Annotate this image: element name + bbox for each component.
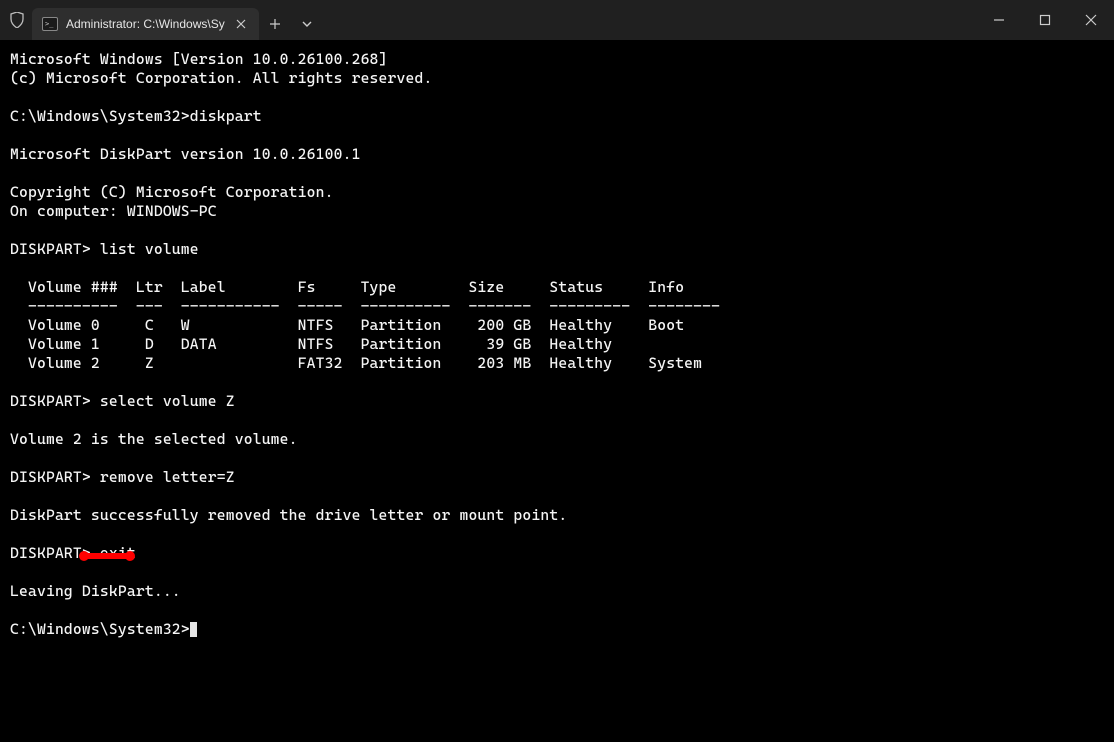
shield-icon (8, 11, 26, 29)
tab-dropdown-button[interactable] (291, 8, 323, 40)
line: Microsoft DiskPart version 10.0.26100.1 (10, 145, 361, 163)
annotation-underline (82, 553, 132, 559)
line: C:\Windows\System32>diskpart (10, 107, 262, 125)
line: Leaving DiskPart... (10, 582, 181, 600)
line: (c) Microsoft Corporation. All rights re… (10, 69, 433, 87)
minimize-button[interactable] (976, 0, 1022, 40)
cmd-icon: >_ (42, 16, 58, 32)
tab-active[interactable]: >_ Administrator: C:\Windows\Sy (32, 8, 259, 40)
svg-text:>_: >_ (45, 20, 54, 28)
line: Volume 2 is the selected volume. (10, 430, 298, 448)
line: On computer: WINDOWS-PC (10, 202, 217, 220)
line: C:\Windows\System32> (10, 620, 190, 638)
line: Copyright (C) Microsoft Corporation. (10, 183, 334, 201)
line: DiskPart successfully removed the drive … (10, 506, 567, 524)
line: DISKPART> list volume (10, 240, 199, 258)
tab-close-button[interactable] (233, 16, 249, 32)
line: DISKPART> select volume Z (10, 392, 235, 410)
tab-actions (259, 0, 323, 40)
maximize-button[interactable] (1022, 0, 1068, 40)
line: DISKPART> remove letter=Z (10, 468, 235, 486)
line: Volume ### Ltr Label Fs Type Size Status… (10, 278, 684, 296)
cursor (190, 622, 197, 637)
terminal-output[interactable]: Microsoft Windows [Version 10.0.26100.26… (0, 40, 1114, 668)
titlebar-left (0, 0, 26, 40)
line: Volume 1 D DATA NTFS Partition 39 GB Hea… (10, 335, 612, 353)
line: Volume 2 Z FAT32 Partition 203 MB Health… (10, 354, 702, 372)
titlebar: >_ Administrator: C:\Windows\Sy (0, 0, 1114, 40)
line: Microsoft Windows [Version 10.0.26100.26… (10, 50, 388, 68)
window-controls (976, 0, 1114, 40)
tab-title: Administrator: C:\Windows\Sy (66, 17, 225, 31)
line: Volume 0 C W NTFS Partition 200 GB Healt… (10, 316, 684, 334)
close-window-button[interactable] (1068, 0, 1114, 40)
titlebar-spacer[interactable] (323, 0, 976, 40)
line: ---------- --- ----------- ----- -------… (10, 297, 720, 315)
new-tab-button[interactable] (259, 8, 291, 40)
